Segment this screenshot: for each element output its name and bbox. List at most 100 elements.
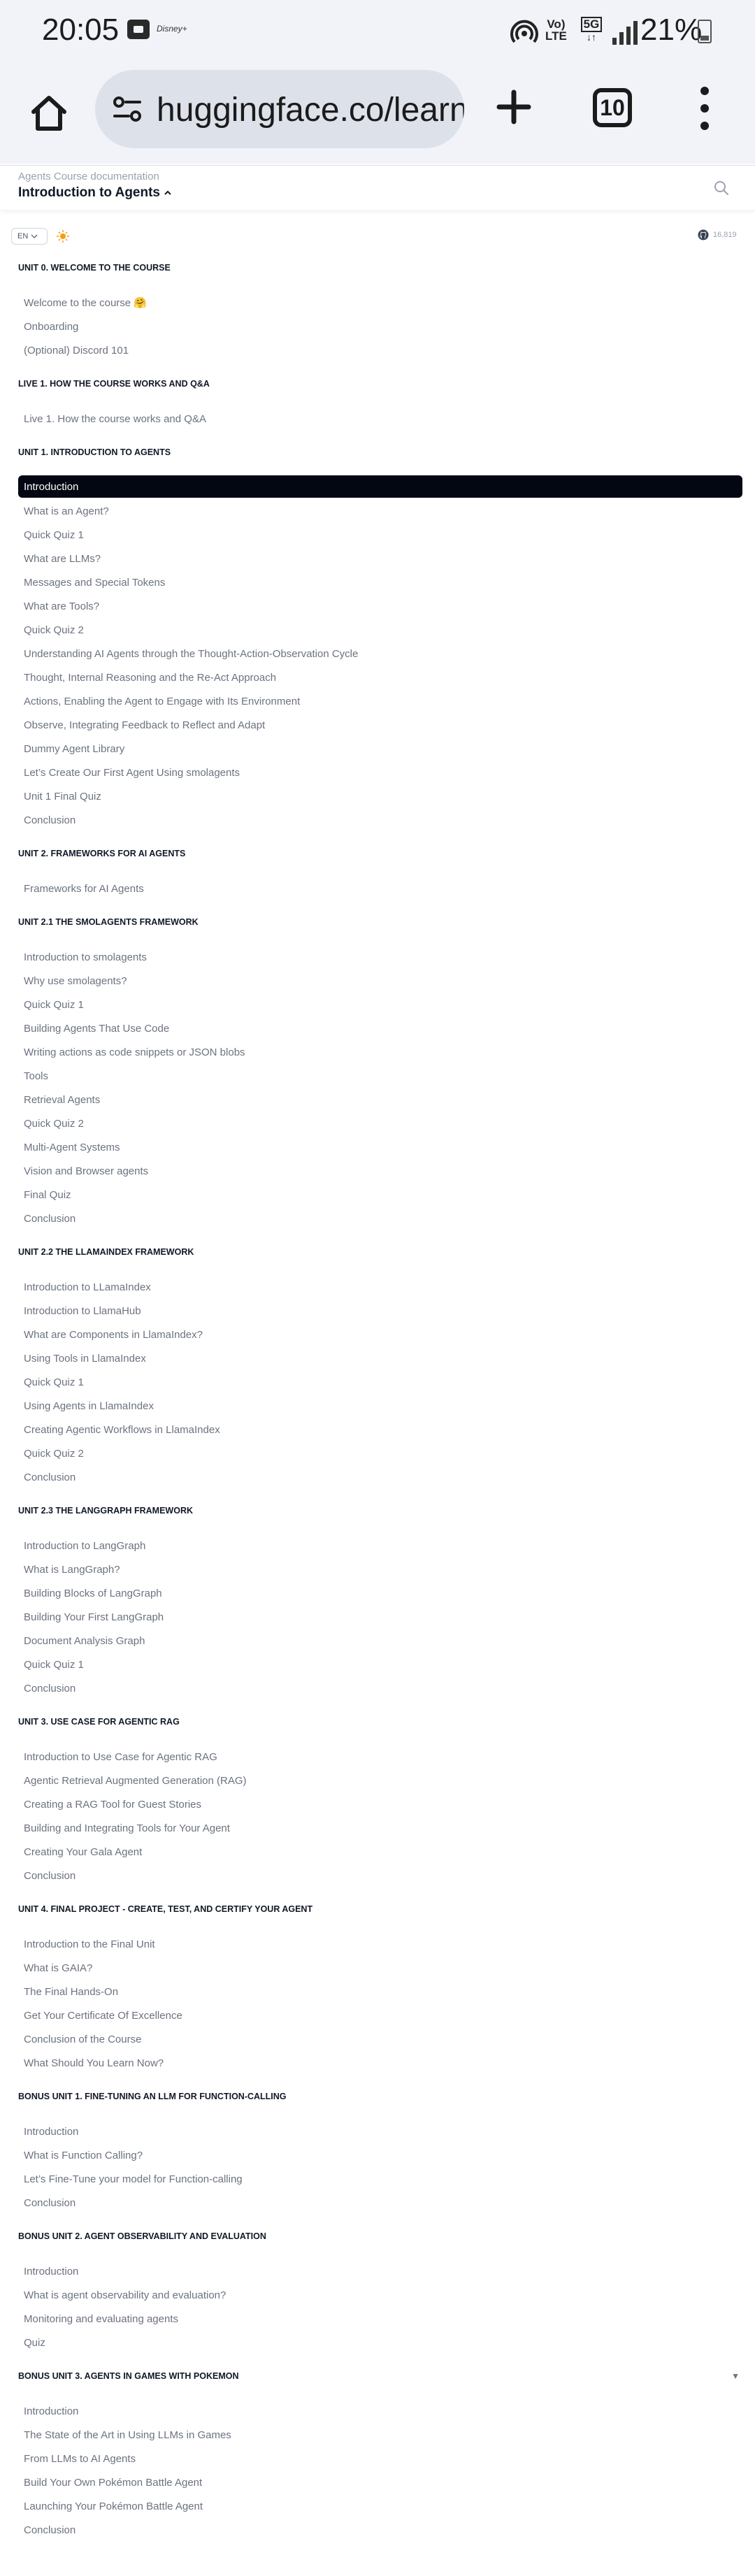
nav-item[interactable]: Building Blocks of LangGraph: [0, 1581, 755, 1605]
nav-item[interactable]: Let’s Fine-Tune your model for Function-…: [0, 2167, 755, 2191]
nav-item[interactable]: Introduction to LangGraph: [0, 1534, 755, 1557]
nav-item[interactable]: Messages and Special Tokens: [0, 570, 755, 594]
nav-item[interactable]: Dummy Agent Library: [0, 737, 755, 761]
nav-item[interactable]: What is LangGraph?: [0, 1557, 755, 1581]
nav-section-title[interactable]: Unit 0. Welcome to the course: [0, 256, 755, 280]
nav-item[interactable]: Onboarding: [0, 315, 755, 338]
nav-item[interactable]: Retrieval Agents: [0, 1088, 755, 1111]
nav-item[interactable]: What is Function Calling?: [0, 2143, 755, 2167]
nav-item[interactable]: Quick Quiz 1: [0, 523, 755, 547]
theme-toggle-icon[interactable]: [56, 229, 70, 243]
nav-item[interactable]: Using Tools in LlamaIndex: [0, 1346, 755, 1370]
nav-item[interactable]: The Final Hands-On: [0, 1980, 755, 2003]
nav-item[interactable]: Introduction: [18, 475, 742, 498]
nav-item[interactable]: Quiz: [0, 2331, 755, 2354]
nav-item[interactable]: What Should You Learn Now?: [0, 2051, 755, 2075]
hotspot-icon: [509, 15, 540, 46]
collapse-caret-icon[interactable]: ▼: [731, 2371, 740, 2381]
nav-item[interactable]: Observe, Integrating Feedback to Reflect…: [0, 713, 755, 737]
nav-item[interactable]: Conclusion: [0, 1864, 755, 1887]
nav-item[interactable]: Let’s Create Our First Agent Using smola…: [0, 761, 755, 784]
nav-item[interactable]: Conclusion: [0, 808, 755, 832]
nav-item[interactable]: What are Tools?: [0, 594, 755, 618]
nav-item[interactable]: Agentic Retrieval Augmented Generation (…: [0, 1769, 755, 1792]
nav-item[interactable]: Introduction: [0, 2399, 755, 2423]
nav-section-title[interactable]: Unit 4. Final Project - Create, Test, an…: [0, 1897, 755, 1921]
nav-item[interactable]: Conclusion: [0, 2518, 755, 2542]
nav-item[interactable]: Creating a RAG Tool for Guest Stories: [0, 1792, 755, 1816]
address-bar[interactable]: huggingface.co/learn: [95, 70, 464, 148]
site-settings-icon[interactable]: [108, 89, 147, 129]
nav-item[interactable]: Thought, Internal Reasoning and the Re-A…: [0, 665, 755, 689]
new-tab-icon[interactable]: [489, 82, 538, 131]
nav-section-title[interactable]: Unit 2. Frameworks for AI Agents: [0, 842, 755, 865]
nav-item[interactable]: The State of the Art in Using LLMs in Ga…: [0, 2423, 755, 2447]
nav-item[interactable]: What are LLMs?: [0, 547, 755, 570]
nav-item[interactable]: Quick Quiz 1: [0, 1653, 755, 1676]
nav-section-title[interactable]: Unit 2.3 The LangGraph framework: [0, 1499, 755, 1523]
nav-section-title[interactable]: Bonus Unit 1. Fine-tuning an LLM for Fun…: [0, 2085, 755, 2108]
nav-section-title[interactable]: Live 1. How the course works and Q&A: [0, 372, 755, 396]
nav-item[interactable]: Introduction to the Final Unit: [0, 1932, 755, 1956]
nav-item[interactable]: Introduction to smolagents: [0, 945, 755, 969]
nav-item[interactable]: Multi-Agent Systems: [0, 1135, 755, 1159]
nav-item[interactable]: Using Agents in LlamaIndex: [0, 1394, 755, 1418]
nav-item[interactable]: Creating Agentic Workflows in LlamaIndex: [0, 1418, 755, 1441]
nav-item[interactable]: Document Analysis Graph: [0, 1629, 755, 1653]
nav-item[interactable]: What are Components in LlamaIndex?: [0, 1323, 755, 1346]
nav-item[interactable]: Quick Quiz 1: [0, 993, 755, 1016]
nav-item[interactable]: Final Quiz: [0, 1183, 755, 1207]
nav-item[interactable]: Quick Quiz 2: [0, 1111, 755, 1135]
nav-item[interactable]: From LLMs to AI Agents: [0, 2447, 755, 2470]
nav-item[interactable]: Quick Quiz 2: [0, 1441, 755, 1465]
nav-item[interactable]: Actions, Enabling the Agent to Engage wi…: [0, 689, 755, 713]
nav-section-title[interactable]: Unit 2.1 The smolagents framework: [0, 910, 755, 934]
nav-item[interactable]: Get Your Certificate Of Excellence: [0, 2003, 755, 2027]
nav-section-title[interactable]: Unit 1. Introduction to Agents: [0, 440, 755, 464]
nav-item[interactable]: Introduction: [0, 2259, 755, 2283]
nav-item[interactable]: Conclusion: [0, 2191, 755, 2215]
nav-item[interactable]: Introduction: [0, 2120, 755, 2143]
nav-section-title[interactable]: Unit 2.2 The LlamaIndex framework: [0, 1240, 755, 1264]
home-icon[interactable]: [21, 85, 77, 141]
nav-item[interactable]: Why use smolagents?: [0, 969, 755, 993]
nav-item[interactable]: Monitoring and evaluating agents: [0, 2307, 755, 2331]
nav-item[interactable]: Vision and Browser agents: [0, 1159, 755, 1183]
nav-item[interactable]: Understanding AI Agents through the Thou…: [0, 642, 755, 665]
nav-item[interactable]: Tools: [0, 1064, 755, 1088]
nav-item[interactable]: Creating Your Gala Agent: [0, 1840, 755, 1864]
search-icon[interactable]: [712, 178, 731, 198]
nav-section-title[interactable]: Unit 3. Use Case for Agentic RAG: [0, 1710, 755, 1734]
nav-item[interactable]: Welcome to the course 🤗: [0, 291, 755, 315]
nav-item[interactable]: Building Agents That Use Code: [0, 1016, 755, 1040]
url-text[interactable]: huggingface.co/learn: [157, 91, 464, 129]
github-link[interactable]: 16,819: [698, 229, 737, 240]
nav-item[interactable]: What is GAIA?: [0, 1956, 755, 1980]
nav-item[interactable]: Quick Quiz 2: [0, 618, 755, 642]
nav-item[interactable]: Conclusion: [0, 1465, 755, 1489]
nav-item[interactable]: Introduction to LLamaIndex: [0, 1275, 755, 1299]
nav-item[interactable]: Writing actions as code snippets or JSON…: [0, 1040, 755, 1064]
nav-item[interactable]: What is agent observability and evaluati…: [0, 2283, 755, 2307]
nav-item[interactable]: Introduction to LlamaHub: [0, 1299, 755, 1323]
nav-item[interactable]: Build Your Own Pokémon Battle Agent: [0, 2470, 755, 2494]
menu-icon[interactable]: [696, 87, 713, 130]
nav-item[interactable]: Conclusion: [0, 1676, 755, 1700]
nav-item[interactable]: Conclusion of the Course: [0, 2027, 755, 2051]
nav-section-title[interactable]: Bonus Unit 2. Agent Observability and Ev…: [0, 2224, 755, 2248]
nav-item[interactable]: Quick Quiz 1: [0, 1370, 755, 1394]
nav-item[interactable]: What is an Agent?: [0, 499, 755, 523]
nav-item[interactable]: Building and Integrating Tools for Your …: [0, 1816, 755, 1840]
doc-title-toggle[interactable]: Introduction to Agents: [18, 185, 172, 201]
nav-item[interactable]: Introduction to Use Case for Agentic RAG: [0, 1745, 755, 1769]
nav-item[interactable]: Launching Your Pokémon Battle Agent: [0, 2494, 755, 2518]
language-select[interactable]: EN: [11, 228, 48, 245]
nav-item[interactable]: Conclusion: [0, 1207, 755, 1230]
nav-item[interactable]: Live 1. How the course works and Q&A: [0, 407, 755, 431]
nav-item[interactable]: Frameworks for AI Agents: [0, 877, 755, 900]
nav-item[interactable]: (Optional) Discord 101: [0, 338, 755, 362]
nav-item[interactable]: Unit 1 Final Quiz: [0, 784, 755, 808]
nav-item[interactable]: Building Your First LangGraph: [0, 1605, 755, 1629]
tabs-icon[interactable]: 10: [593, 88, 632, 127]
nav-section-title[interactable]: Bonus Unit 3. Agents in Games with Pokem…: [0, 2364, 755, 2388]
